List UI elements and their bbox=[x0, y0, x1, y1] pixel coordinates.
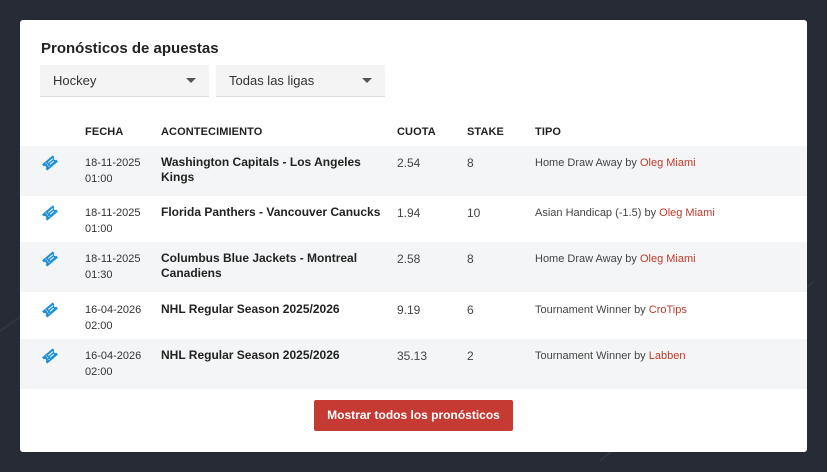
column-header-acontecimiento: ACONTECIMIENTO bbox=[161, 126, 263, 138]
row-by-word: by bbox=[625, 157, 637, 169]
caret-down-icon bbox=[362, 78, 372, 83]
table-row[interactable]: 18-11-2025 01:00 Washington Capitals - L… bbox=[20, 146, 807, 196]
row-date-day: 18-11-2025 bbox=[85, 207, 141, 219]
row-date-time: 01:00 bbox=[85, 173, 113, 185]
ticket-icon bbox=[42, 155, 58, 171]
row-tipster-link[interactable]: Oleg Miami bbox=[659, 207, 715, 219]
row-odds: 35.13 bbox=[397, 349, 428, 363]
table-row[interactable]: 16-04-2026 02:00 NHL Regular Season 2025… bbox=[20, 293, 807, 343]
row-odds: 2.58 bbox=[397, 252, 421, 266]
row-date-time: 01:30 bbox=[85, 269, 113, 281]
ticket-icon bbox=[42, 205, 58, 221]
row-by-word: by bbox=[634, 304, 646, 316]
row-type: Tournament Winner by CroTips bbox=[535, 302, 687, 318]
sport-select-value: Hockey bbox=[53, 73, 97, 88]
row-date-time: 02:00 bbox=[85, 366, 113, 378]
row-date-day: 18-11-2025 bbox=[85, 157, 141, 169]
row-stake: 10 bbox=[467, 206, 481, 220]
ticket-icon bbox=[42, 348, 58, 364]
row-event[interactable]: Washington Capitals - Los Angeles Kings bbox=[161, 155, 389, 185]
column-header-fecha: FECHA bbox=[85, 126, 124, 138]
ticket-icon bbox=[42, 251, 58, 267]
caret-down-icon bbox=[186, 78, 196, 83]
row-tipster-link[interactable]: CroTips bbox=[649, 304, 687, 316]
row-date-day: 18-11-2025 bbox=[85, 253, 141, 265]
row-stake: 8 bbox=[467, 156, 474, 170]
row-event[interactable]: Columbus Blue Jackets - Montreal Canadie… bbox=[161, 251, 389, 281]
row-type-label: Tournament Winner bbox=[535, 304, 631, 316]
row-odds: 2.54 bbox=[397, 156, 421, 170]
row-event[interactable]: Florida Panthers - Vancouver Canucks bbox=[161, 205, 389, 220]
row-by-word: by bbox=[644, 207, 657, 219]
row-stake: 6 bbox=[467, 303, 474, 317]
row-type: Tournament Winner by Labben bbox=[535, 348, 685, 364]
row-date-time: 02:00 bbox=[85, 320, 113, 332]
row-date-day: 16-04-2026 bbox=[85, 304, 142, 316]
row-by-word: by bbox=[634, 350, 646, 362]
league-select-value: Todas las ligas bbox=[229, 73, 315, 88]
row-by-word: by bbox=[625, 253, 637, 265]
row-date: 16-04-2026 02:00 bbox=[85, 302, 141, 334]
row-type: Home Draw Away by Oleg Miami bbox=[535, 155, 696, 171]
column-header-cuota: CUOTA bbox=[397, 126, 436, 138]
row-date-time: 01:00 bbox=[85, 223, 113, 235]
column-header-tipo: TIPO bbox=[535, 126, 562, 138]
row-date-day: 16-04-2026 bbox=[85, 350, 142, 362]
row-stake: 2 bbox=[467, 349, 474, 363]
ticket-icon bbox=[42, 302, 58, 318]
row-type-label: Home Draw Away bbox=[535, 157, 623, 169]
row-date: 18-11-2025 01:00 bbox=[85, 205, 140, 237]
show-all-tips-button[interactable]: Mostrar todos los pronósticos bbox=[314, 400, 513, 431]
row-date: 18-11-2025 01:00 bbox=[85, 155, 140, 187]
row-date: 16-04-2026 02:00 bbox=[85, 348, 141, 380]
row-odds: 1.94 bbox=[397, 206, 421, 220]
row-tipster-link[interactable]: Labben bbox=[649, 350, 686, 362]
row-type: Home Draw Away by Oleg Miami bbox=[535, 251, 696, 267]
row-odds: 9.19 bbox=[397, 303, 421, 317]
league-select[interactable]: Todas las ligas bbox=[216, 65, 385, 97]
row-type-label: Asian Handicap (-1.5) bbox=[535, 207, 642, 219]
table-row[interactable]: 18-11-2025 01:00 Florida Panthers - Vanc… bbox=[20, 196, 807, 246]
row-type-label: Home Draw Away bbox=[535, 253, 623, 265]
sport-select[interactable]: Hockey bbox=[40, 65, 209, 97]
table-row[interactable]: 16-04-2026 02:00 NHL Regular Season 2025… bbox=[20, 339, 807, 389]
row-type-label: Tournament Winner bbox=[535, 350, 631, 362]
row-tipster-link[interactable]: Oleg Miami bbox=[640, 157, 696, 169]
row-tipster-link[interactable]: Oleg Miami bbox=[640, 253, 696, 265]
column-header-stake: STAKE bbox=[467, 126, 504, 138]
card-title: Pronósticos de apuestas bbox=[41, 40, 219, 57]
row-event[interactable]: NHL Regular Season 2025/2026 bbox=[161, 348, 389, 363]
row-stake: 8 bbox=[467, 252, 474, 266]
row-event[interactable]: NHL Regular Season 2025/2026 bbox=[161, 302, 389, 317]
tips-card: Pronósticos de apuestas Hockey Todas las… bbox=[20, 20, 807, 452]
row-date: 18-11-2025 01:30 bbox=[85, 251, 140, 283]
row-type: Asian Handicap (-1.5) by Oleg Miami bbox=[535, 205, 715, 221]
table-row[interactable]: 18-11-2025 01:30 Columbus Blue Jackets -… bbox=[20, 242, 807, 292]
